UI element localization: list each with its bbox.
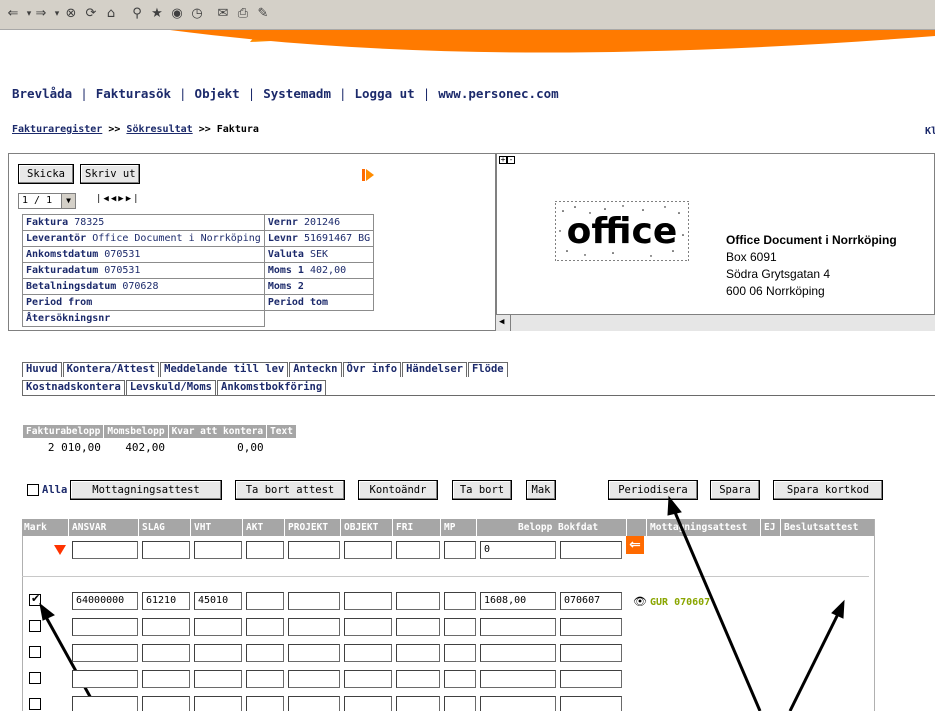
row-input[interactable] xyxy=(396,670,440,688)
row-input[interactable] xyxy=(288,670,340,688)
row-input[interactable] xyxy=(246,670,284,688)
row-input[interactable] xyxy=(560,696,622,711)
row-input[interactable] xyxy=(396,644,440,662)
row-input[interactable] xyxy=(480,670,556,688)
row-input[interactable] xyxy=(344,696,392,711)
row-input[interactable] xyxy=(194,644,242,662)
row-input[interactable] xyxy=(480,696,556,711)
row-input[interactable] xyxy=(480,618,556,636)
row-input[interactable] xyxy=(444,670,476,688)
annotation-arrows xyxy=(39,495,845,711)
row-input[interactable] xyxy=(560,670,622,688)
row-input[interactable] xyxy=(246,618,284,636)
row-input[interactable] xyxy=(142,670,190,688)
row-checkbox[interactable] xyxy=(29,672,41,684)
row-input[interactable] xyxy=(444,618,476,636)
row-input[interactable] xyxy=(444,644,476,662)
row-input[interactable] xyxy=(344,670,392,688)
row-input[interactable] xyxy=(246,696,284,711)
row-checkbox[interactable] xyxy=(29,620,41,632)
row-input[interactable] xyxy=(142,696,190,711)
row-input[interactable] xyxy=(288,644,340,662)
row-input[interactable] xyxy=(396,618,440,636)
row-checkbox[interactable] xyxy=(29,698,41,710)
row-input[interactable] xyxy=(288,618,340,636)
row-input[interactable] xyxy=(72,618,138,636)
row-input[interactable] xyxy=(194,696,242,711)
row-input[interactable] xyxy=(344,618,392,636)
row-input[interactable] xyxy=(72,644,138,662)
row-input[interactable] xyxy=(72,696,138,711)
row-checkbox[interactable] xyxy=(29,646,41,658)
row-input[interactable] xyxy=(560,618,622,636)
row-input[interactable] xyxy=(288,696,340,711)
row-input[interactable] xyxy=(72,670,138,688)
row-input[interactable] xyxy=(194,618,242,636)
row-input[interactable] xyxy=(194,670,242,688)
row-input[interactable] xyxy=(396,696,440,711)
row-input[interactable] xyxy=(246,644,284,662)
row-input[interactable] xyxy=(480,644,556,662)
row-input[interactable] xyxy=(344,644,392,662)
row-input[interactable] xyxy=(142,618,190,636)
row-input[interactable] xyxy=(560,644,622,662)
row-input[interactable] xyxy=(444,696,476,711)
row-input[interactable] xyxy=(142,644,190,662)
